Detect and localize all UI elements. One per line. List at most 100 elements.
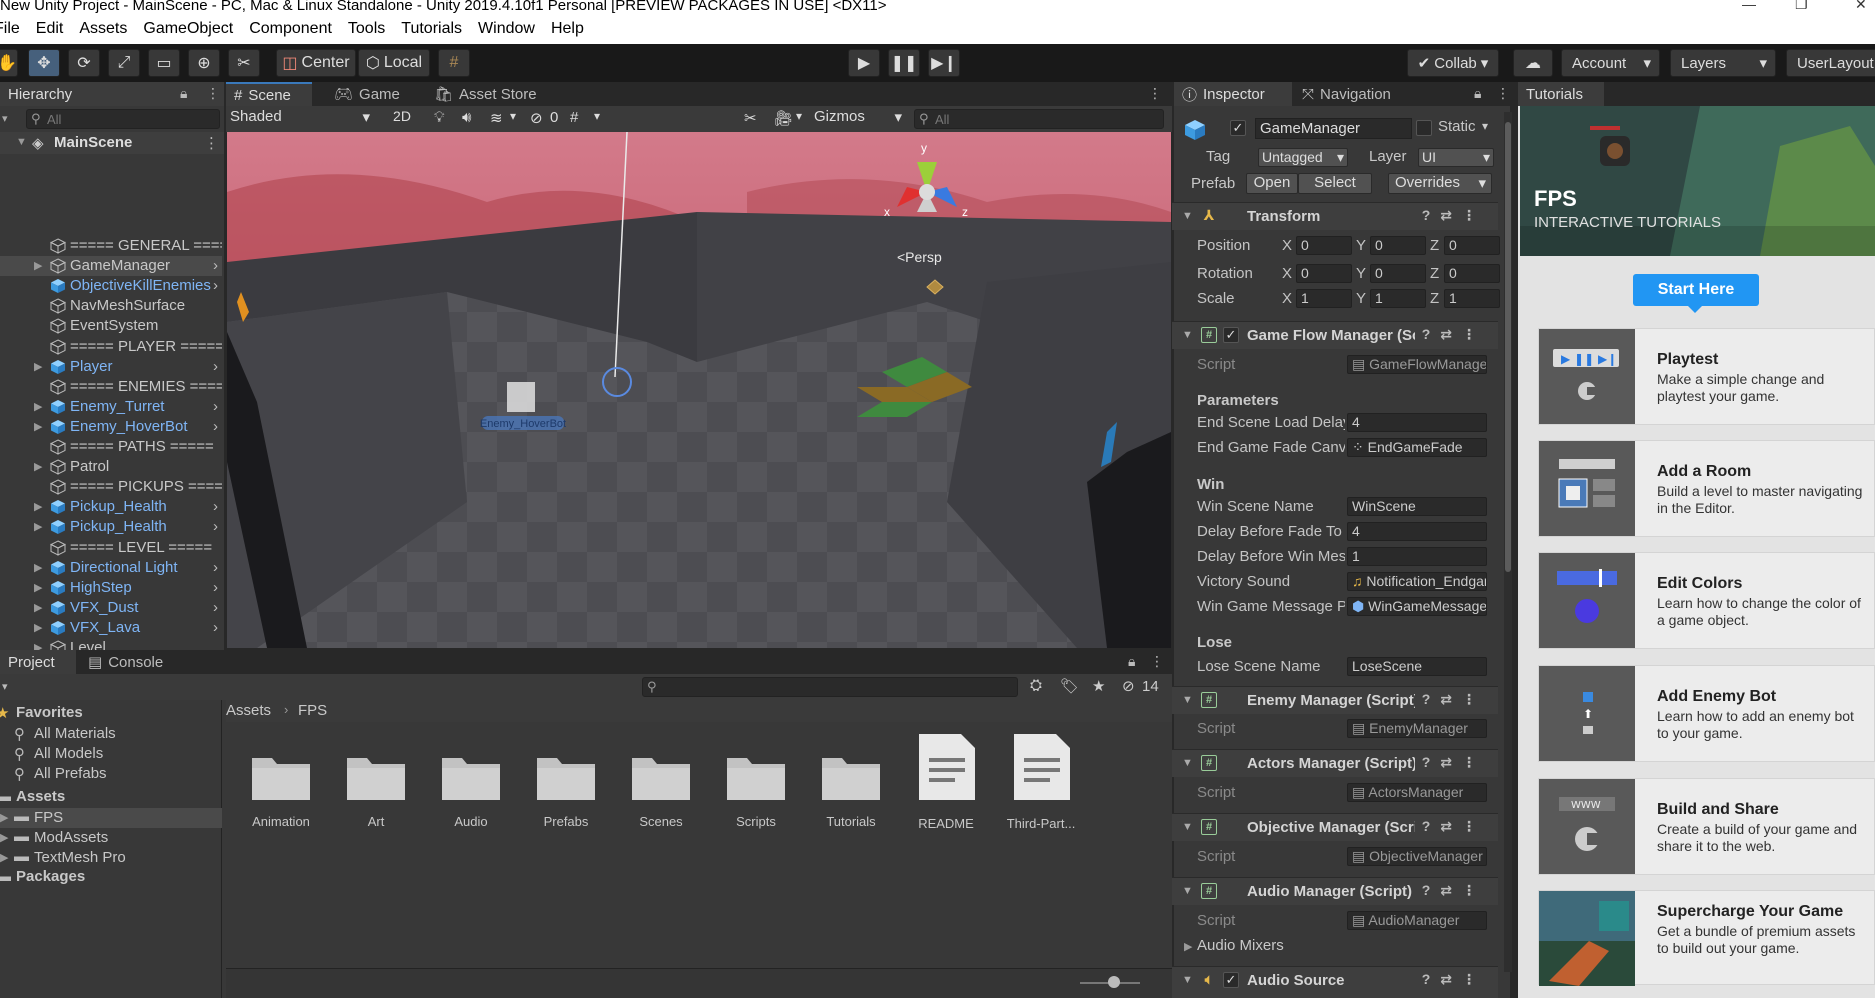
tutorial-card[interactable]: ⬆ Add Enemy Bot Learn how to add an enemy … bbox=[1538, 665, 1875, 762]
hierarchy-item[interactable]: ▶ Pickup_Health › bbox=[0, 497, 222, 517]
expand-arrow-icon[interactable]: ▶ bbox=[1184, 940, 1192, 953]
scene-menu-icon[interactable]: ⋮ bbox=[204, 134, 219, 152]
hierarchy-item[interactable]: ▶ Directional Light › bbox=[0, 558, 222, 578]
menu-edit[interactable]: Edit bbox=[28, 20, 72, 38]
tab-project[interactable]: Project bbox=[0, 650, 76, 674]
audio-icon[interactable]: 🔊︎ bbox=[462, 109, 471, 126]
chevron-down-icon[interactable]: ▾ bbox=[510, 109, 516, 123]
expand-arrow-icon[interactable]: ▼ bbox=[16, 136, 27, 148]
tab-console[interactable]: ▤ Console bbox=[80, 650, 171, 674]
component-actions[interactable]: ?⇄⋮ bbox=[1422, 691, 1486, 708]
open-prefab-chevron-icon[interactable]: › bbox=[213, 518, 218, 535]
layer-dropdown[interactable]: UI ▾ bbox=[1418, 148, 1494, 167]
open-prefab-chevron-icon[interactable]: › bbox=[213, 358, 218, 375]
hierarchy-item[interactable]: ▶ Enemy_HoverBot › bbox=[0, 417, 222, 437]
end-load-field[interactable]: 4 bbox=[1347, 413, 1487, 432]
account-dropdown[interactable]: Account ▾ bbox=[1561, 49, 1660, 77]
expand-arrow-icon[interactable]: ▶ bbox=[34, 621, 42, 634]
project-folder[interactable]: Art bbox=[336, 750, 416, 829]
camera-icon[interactable]: 🎥︎ bbox=[774, 109, 793, 127]
lock-icon[interactable]: 🔒︎ bbox=[1474, 85, 1481, 102]
expand-arrow-icon[interactable]: ▶ bbox=[34, 360, 42, 373]
expand-arrow-icon[interactable]: ▶ bbox=[34, 400, 42, 413]
component-actions[interactable]: ?⇄⋮ bbox=[1422, 754, 1486, 771]
collapse-arrow-icon[interactable]: ▼ bbox=[1182, 694, 1193, 706]
hierarchy-item[interactable]: ===== PICKUPS ===== bbox=[0, 477, 222, 497]
expand-arrow-icon[interactable]: ▶ bbox=[34, 259, 42, 272]
hierarchy-item[interactable]: ===== PATHS ===== bbox=[0, 437, 222, 457]
move-tool-icon[interactable]: ✥ bbox=[28, 49, 60, 77]
transform-z-field[interactable]: 1 bbox=[1444, 289, 1500, 308]
2d-toggle-button[interactable]: 2D bbox=[386, 108, 418, 129]
hierarchy-item[interactable]: ▶ Pickup_Health › bbox=[0, 517, 222, 537]
gizmos-dropdown[interactable]: Gizmos ▾ bbox=[814, 108, 904, 129]
objective-manager-header[interactable]: ▼ # Objective Manager (Script) ?⇄⋮ bbox=[1172, 813, 1498, 841]
audio-manager-header[interactable]: ▼ # Audio Manager (Script) ?⇄⋮ bbox=[1172, 877, 1498, 905]
pivot-center-button[interactable]: ◫ Center bbox=[276, 49, 356, 77]
expand-arrow-icon[interactable]: ▶ bbox=[0, 831, 8, 844]
favorite-star-icon[interactable]: ★ bbox=[1092, 677, 1105, 695]
tutorial-card[interactable]: Supercharge Your Game Get a bundle of pre… bbox=[1538, 890, 1875, 986]
transform-x-field[interactable]: 0 bbox=[1296, 264, 1352, 283]
close-icon[interactable]: ✕ bbox=[1855, 0, 1867, 11]
layers-dropdown[interactable]: Layers ▾ bbox=[1670, 49, 1776, 77]
expand-arrow-icon[interactable]: ▶ bbox=[34, 581, 42, 594]
create-dropdown-icon[interactable]: ▾ bbox=[2, 112, 8, 125]
step-button[interactable]: ▶❙ bbox=[928, 49, 960, 77]
effects-icon[interactable]: ≋ bbox=[490, 109, 503, 127]
audio-source-header[interactable]: ▼ 🔈︎ ✓ Audio Source ?⇄⋮ bbox=[1172, 966, 1498, 998]
scale-tool-icon[interactable]: ⤢ bbox=[108, 49, 140, 77]
more-options-icon[interactable]: ⋮ bbox=[1148, 85, 1162, 102]
victory-sound-field[interactable]: ♫ Notification_Endgame bbox=[1347, 572, 1487, 591]
project-folder[interactable]: Scripts bbox=[716, 750, 796, 829]
expand-arrow-icon[interactable]: ▶ bbox=[0, 811, 8, 824]
menu-assets[interactable]: Assets bbox=[71, 20, 135, 38]
breadcrumb-fps[interactable]: FPS bbox=[298, 702, 327, 719]
lose-scene-field[interactable]: LoseScene bbox=[1347, 657, 1487, 676]
expand-arrow-icon[interactable]: ▶ bbox=[34, 420, 42, 433]
tab-navigation[interactable]: ⤧ Navigation bbox=[1294, 82, 1399, 106]
collapse-arrow-icon[interactable]: ▼ bbox=[1182, 210, 1193, 222]
space-local-button[interactable]: ⬡ Local bbox=[358, 49, 430, 77]
scene-viewport[interactable]: Enemy_HoverBot y x z <Persp bbox=[227, 132, 1171, 648]
transform-y-field[interactable]: 0 bbox=[1370, 236, 1426, 255]
collapse-arrow-icon[interactable]: ▼ bbox=[1182, 757, 1193, 769]
transform-y-field[interactable]: 1 bbox=[1370, 289, 1426, 308]
shading-mode-dropdown[interactable]: Shaded ▾ bbox=[230, 108, 376, 129]
transform-z-field[interactable]: 0 bbox=[1444, 264, 1500, 283]
tab-asset-store[interactable]: 🛍︎ Asset Store bbox=[426, 82, 545, 106]
expand-arrow-icon[interactable]: ▶ bbox=[34, 500, 42, 513]
tab-inspector[interactable]: ⓘ Inspector bbox=[1174, 82, 1292, 106]
project-folder[interactable]: Tutorials bbox=[811, 750, 891, 829]
inspector-scrollbar[interactable] bbox=[1504, 112, 1512, 972]
delay-msg-field[interactable]: 1 bbox=[1347, 547, 1487, 566]
tutorial-card[interactable]: WWW Build and Share Create a build of your… bbox=[1538, 778, 1875, 875]
more-options-icon[interactable]: ⋮ bbox=[1496, 85, 1510, 102]
project-folder[interactable]: Prefabs bbox=[526, 750, 606, 829]
cloud-icon[interactable]: ☁ bbox=[1513, 49, 1553, 77]
win-scene-field[interactable]: WinScene bbox=[1347, 497, 1487, 516]
hierarchy-item[interactable]: ObjectiveKillEnemies › bbox=[0, 276, 222, 296]
component-actions[interactable]: ?⇄⋮ bbox=[1422, 971, 1486, 988]
win-msg-field[interactable]: ⬢ WinGameMessage bbox=[1347, 597, 1487, 616]
project-folder[interactable]: Audio bbox=[431, 750, 511, 829]
hierarchy-item[interactable]: NavMeshSurface bbox=[0, 296, 222, 316]
audio-mixers-foldout[interactable]: Audio Mixers bbox=[1197, 937, 1284, 954]
audio-source-enabled-checkbox[interactable]: ✓ bbox=[1223, 972, 1239, 988]
project-folder[interactable]: Animation bbox=[241, 750, 321, 829]
hierarchy-item[interactable]: ▶ GameManager › bbox=[0, 256, 222, 277]
hierarchy-item[interactable]: ▶ Patrol bbox=[0, 457, 222, 477]
expand-arrow-icon[interactable]: ▶ bbox=[34, 520, 42, 533]
more-options-icon[interactable]: ⋮ bbox=[206, 85, 220, 102]
layout-dropdown[interactable]: UserLayout bbox=[1786, 49, 1875, 77]
menu-window[interactable]: Window bbox=[470, 20, 543, 38]
tab-game[interactable]: 🎮︎ Game bbox=[326, 82, 408, 106]
open-prefab-chevron-icon[interactable]: › bbox=[213, 619, 218, 636]
open-prefab-chevron-icon[interactable]: › bbox=[213, 599, 218, 616]
hierarchy-item[interactable]: ▶ VFX_Lava › bbox=[0, 618, 222, 638]
play-button[interactable]: ▶ bbox=[848, 49, 880, 77]
transform-y-field[interactable]: 0 bbox=[1370, 264, 1426, 283]
prefab-open-button[interactable]: Open bbox=[1246, 173, 1298, 194]
collapse-arrow-icon[interactable]: ▼ bbox=[1182, 974, 1193, 986]
open-prefab-chevron-icon[interactable]: › bbox=[213, 559, 218, 576]
